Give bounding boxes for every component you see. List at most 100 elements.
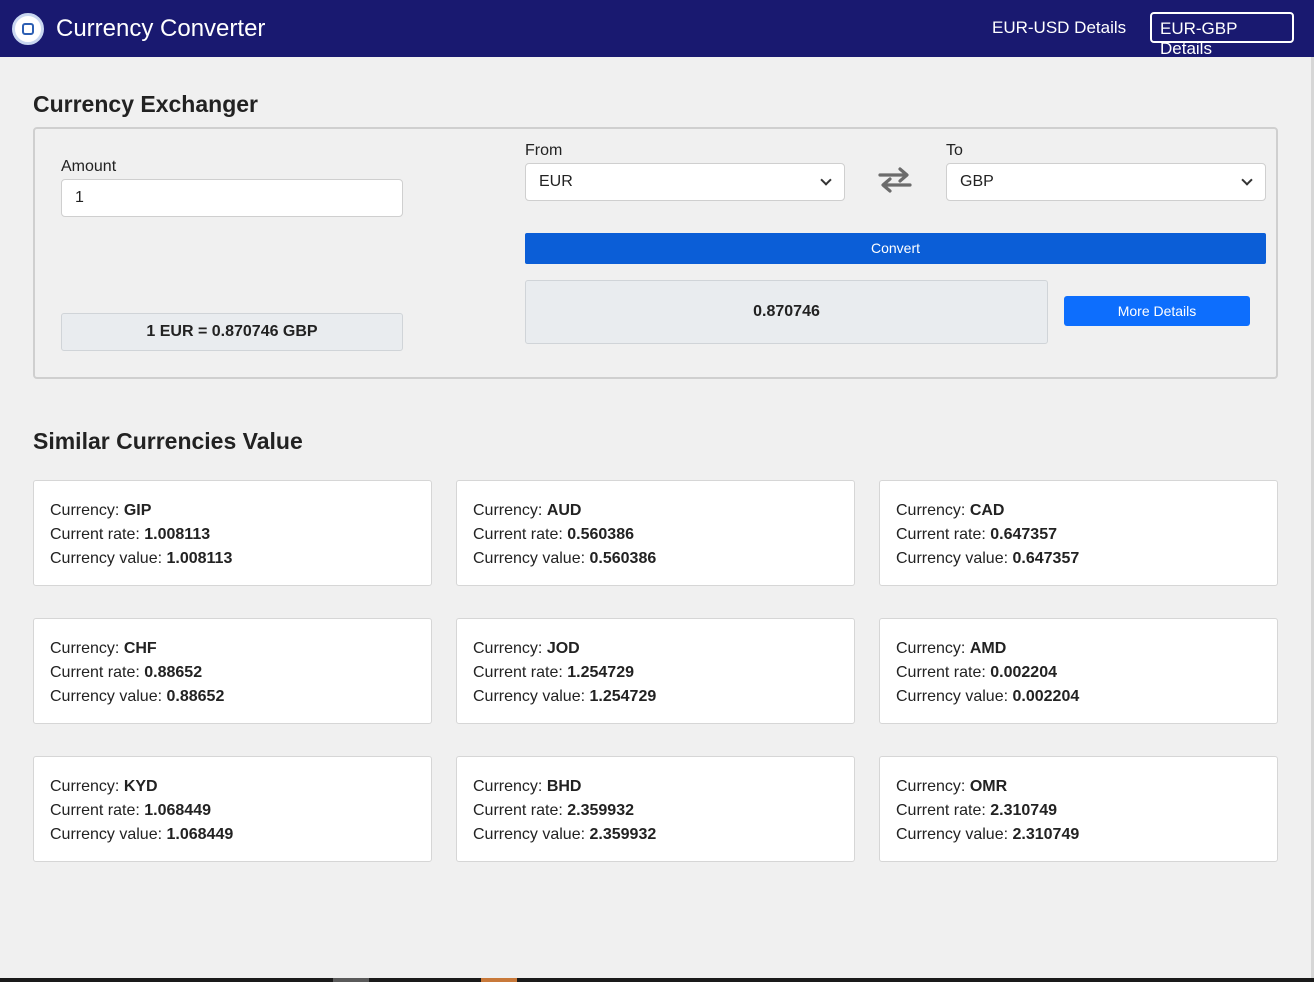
card-currency-row: Currency: CHF [50, 637, 431, 661]
card-rate-row: Current rate: 2.359932 [473, 799, 854, 823]
card-currency-label: Currency: [896, 778, 966, 795]
card-currency-row: Currency: KYD [50, 775, 431, 799]
from-label: From [525, 142, 563, 159]
card-rate-label: Current rate: [896, 664, 986, 681]
card-value-label: Currency value: [473, 826, 586, 843]
taskbar-item[interactable] [481, 978, 517, 982]
card-value-label: Currency value: [50, 826, 163, 843]
card-currency-label: Currency: [473, 502, 543, 519]
card-value-row: Currency value: 0.88652 [50, 685, 431, 709]
card-currency-row: Currency: AUD [473, 499, 854, 523]
similar-currencies-heading: Similar Currencies Value [33, 428, 303, 454]
nav-eur-gbp-details[interactable]: EUR-GBP Details [1150, 12, 1294, 58]
card-value-row: Currency value: 2.310749 [896, 823, 1277, 847]
card-rate-row: Current rate: 1.254729 [473, 661, 854, 685]
card-rate-row: Current rate: 0.002204 [896, 661, 1277, 685]
card-rate-text: 1.068449 [144, 802, 211, 819]
card-rate-label: Current rate: [50, 664, 140, 681]
card-currency-text: KYD [123, 778, 158, 795]
card-rate-label: Current rate: [50, 802, 140, 819]
taskbar-edge [0, 978, 1314, 982]
currency-card: Currency: BHD Current rate: 2.359932 Curre… [456, 756, 855, 862]
card-currency-label: Currency: [896, 640, 966, 657]
card-value-text: 0.560386 [589, 550, 657, 567]
card-rate-text: 0.647357 [990, 526, 1057, 543]
card-currency-label: Currency: [896, 502, 966, 519]
convert-button[interactable]: Convert [525, 233, 1266, 264]
card-rate-row: Current rate: 1.068449 [50, 799, 431, 823]
nav-eur-usd-details[interactable]: EUR-USD Details [992, 18, 1126, 38]
card-value-label: Currency value: [50, 550, 163, 567]
card-currency-text: OMR [969, 778, 1008, 795]
currency-card: Currency: AMD Current rate: 0.002204 Curre… [879, 618, 1278, 724]
to-label: To [946, 142, 963, 159]
card-value-row: Currency value: 0.560386 [473, 547, 854, 571]
currency-logo-icon[interactable] [12, 13, 44, 45]
card-value-text: 0.002204 [1012, 688, 1080, 705]
card-rate-label: Current rate: [473, 664, 563, 681]
card-rate-label: Current rate: [896, 802, 986, 819]
to-currency-select[interactable]: GBP [946, 163, 1266, 201]
card-value-label: Currency value: [473, 550, 586, 567]
card-rate-row: Current rate: 2.310749 [896, 799, 1277, 823]
amount-label: Amount [61, 158, 117, 175]
card-value-label: Currency value: [896, 550, 1009, 567]
card-rate-text: 0.88652 [144, 664, 203, 681]
to-currency-value: GBP [960, 173, 994, 190]
taskbar-item[interactable] [333, 978, 369, 982]
card-currency-label: Currency: [473, 778, 543, 795]
app-title[interactable]: Currency Converter [56, 15, 265, 43]
currency-card: Currency: GIP Current rate: 1.008113 Curre… [33, 480, 432, 586]
card-currency-label: Currency: [473, 640, 543, 657]
card-value-label: Currency value: [896, 826, 1009, 843]
card-rate-text: 2.310749 [990, 802, 1057, 819]
card-currency-text: AUD [546, 502, 582, 519]
card-rate-label: Current rate: [50, 526, 140, 543]
card-currency-text: CAD [969, 502, 1005, 519]
card-value-text: 0.88652 [166, 688, 225, 705]
card-rate-text: 1.254729 [567, 664, 634, 681]
card-value-text: 0.647357 [1012, 550, 1080, 567]
card-rate-row: Current rate: 0.560386 [473, 523, 854, 547]
card-rate-text: 1.008113 [144, 526, 211, 543]
card-currency-text: BHD [546, 778, 582, 795]
exchanger-heading: Currency Exchanger [33, 91, 258, 117]
card-rate-text: 0.002204 [990, 664, 1057, 681]
more-details-button[interactable]: More Details [1064, 296, 1250, 326]
card-value-label: Currency value: [896, 688, 1009, 705]
card-currency-row: Currency: OMR [896, 775, 1277, 799]
card-value-text: 1.068449 [166, 826, 234, 843]
card-rate-label: Current rate: [473, 526, 563, 543]
card-value-text: 2.310749 [1012, 826, 1080, 843]
card-rate-text: 0.560386 [567, 526, 634, 543]
swap-arrows-icon[interactable] [878, 167, 912, 193]
card-value-text: 1.008113 [166, 550, 233, 567]
currency-card: Currency: CAD Current rate: 0.647357 Curre… [879, 480, 1278, 586]
card-rate-row: Current rate: 0.647357 [896, 523, 1277, 547]
card-currency-text: AMD [969, 640, 1007, 657]
from-currency-value: EUR [539, 173, 573, 190]
card-rate-row: Current rate: 0.88652 [50, 661, 431, 685]
card-currency-row: Currency: JOD [473, 637, 854, 661]
card-currency-label: Currency: [50, 640, 120, 657]
card-value-label: Currency value: [50, 688, 163, 705]
card-value-row: Currency value: 2.359932 [473, 823, 854, 847]
card-rate-row: Current rate: 1.008113 [50, 523, 431, 547]
exchange-rate-text: 1 EUR = 0.870746 GBP [61, 313, 403, 351]
chevron-down-icon [820, 174, 832, 186]
card-currency-row: Currency: BHD [473, 775, 854, 799]
card-rate-label: Current rate: [473, 802, 563, 819]
card-currency-label: Currency: [50, 502, 120, 519]
amount-input[interactable]: 1 [61, 179, 403, 217]
card-value-text: 2.359932 [589, 826, 657, 843]
currency-card: Currency: AUD Current rate: 0.560386 Curre… [456, 480, 855, 586]
card-currency-text: CHF [123, 640, 157, 657]
currency-card: Currency: JOD Current rate: 1.254729 Curre… [456, 618, 855, 724]
card-currency-row: Currency: AMD [896, 637, 1277, 661]
currency-card: Currency: CHF Current rate: 0.88652 Curren… [33, 618, 432, 724]
currency-card: Currency: KYD Current rate: 1.068449 Curre… [33, 756, 432, 862]
card-value-row: Currency value: 1.068449 [50, 823, 431, 847]
card-value-row: Currency value: 1.254729 [473, 685, 854, 709]
from-currency-select[interactable]: EUR [525, 163, 845, 201]
currency-card: Currency: OMR Current rate: 2.310749 Curre… [879, 756, 1278, 862]
